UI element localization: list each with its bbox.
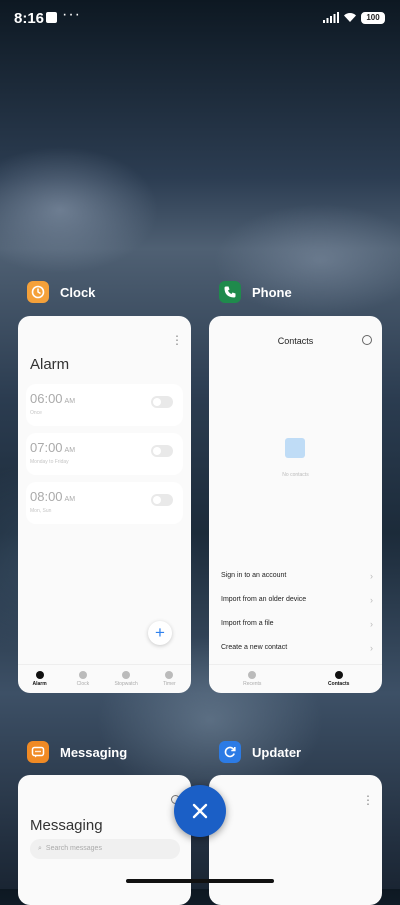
- app-name: Messaging: [60, 744, 128, 760]
- app-label-messaging[interactable]: Messaging: [27, 741, 127, 763]
- phone-app-card[interactable]: Contacts No contacts Sign in to an accou…: [209, 316, 382, 693]
- messaging-title: Messaging: [30, 817, 103, 834]
- alarm-repeat: Mon, Sun: [30, 508, 52, 514]
- nav-label: Contacts: [328, 681, 350, 687]
- nav-label: Clock: [76, 681, 90, 687]
- chevron-right-icon: ›: [370, 595, 373, 605]
- signal-icon: [323, 12, 339, 23]
- alarm-ampm: AM: [64, 447, 76, 454]
- clock-app-card[interactable]: ⋮ Alarm 06:00 AM Once 07:00 AM Monday to F…: [18, 316, 191, 693]
- app-label-updater[interactable]: Updater: [219, 741, 301, 763]
- app-name: Updater: [252, 744, 302, 760]
- bottom-nav: Recents Contacts: [209, 664, 382, 693]
- alarm-toggle: [151, 494, 173, 506]
- contacts-title: Contacts: [277, 336, 314, 346]
- menu-item: Import from a file ›: [221, 619, 373, 629]
- alarm-ampm: AM: [64, 496, 76, 503]
- app-label-clock[interactable]: Clock: [27, 281, 95, 303]
- nav-clock: Clock: [61, 665, 104, 693]
- chevron-right-icon: ›: [370, 643, 373, 653]
- empty-state-text: No contacts: [282, 472, 309, 478]
- clear-all-button[interactable]: [174, 785, 226, 837]
- alarm-item: 07:00 AM Monday to Friday: [26, 433, 183, 475]
- phone-icon: [219, 281, 241, 303]
- home-indicator[interactable]: [126, 879, 274, 883]
- close-icon: [192, 803, 208, 819]
- contact-placeholder-icon: [285, 438, 305, 458]
- clock-nav-icon: [78, 671, 87, 679]
- updater-app-card[interactable]: ⋮: [209, 775, 382, 905]
- settings-icon: [362, 335, 372, 345]
- add-alarm-icon: +: [148, 621, 172, 645]
- alarm-icon: [35, 671, 44, 679]
- nav-alarm: Alarm: [18, 665, 61, 693]
- menu-item: Create a new contact ›: [221, 643, 373, 653]
- alarm-title: Alarm: [30, 356, 70, 373]
- status-bar: 8:16 ··· 100: [0, 0, 400, 36]
- chevron-right-icon: ›: [370, 619, 373, 629]
- app-name: Phone: [252, 284, 292, 300]
- alarm-time: 07:00: [30, 440, 63, 455]
- nav-stopwatch: Stopwatch: [105, 665, 148, 693]
- stopwatch-icon: [122, 671, 131, 679]
- alarm-repeat: Monday to Friday: [30, 459, 69, 465]
- menu-item: Import from an older device ›: [221, 595, 373, 605]
- search-icon: ⌕: [38, 845, 42, 852]
- more-options-icon: ⋮: [171, 333, 183, 347]
- alarm-repeat: Once: [30, 410, 42, 416]
- menu-item-label: Import from an older device: [221, 596, 307, 603]
- more-options-icon: ⋮: [362, 793, 374, 807]
- alarm-toggle: [151, 396, 173, 408]
- alarm-ampm: AM: [64, 398, 76, 405]
- menu-item: Sign in to an account ›: [221, 571, 373, 581]
- messaging-icon: [27, 741, 49, 763]
- alarm-toggle: [151, 445, 173, 457]
- menu-item-label: Import from a file: [221, 620, 274, 627]
- alarm-item: 06:00 AM Once: [26, 384, 183, 426]
- nav-recents: Recents: [209, 665, 296, 693]
- nav-label: Timer: [163, 681, 176, 687]
- search-messages-field: ⌕ Search messages: [30, 839, 180, 859]
- search-placeholder: Search messages: [45, 845, 102, 852]
- contacts-icon: [334, 671, 343, 679]
- alarm-item: 08:00 AM Mon, Sun: [26, 482, 183, 524]
- updater-icon: [219, 741, 241, 763]
- nav-label: Recents: [243, 681, 262, 687]
- battery-icon: 100: [361, 12, 385, 24]
- recents-icon: [248, 671, 257, 679]
- status-time: 8:16: [14, 10, 45, 27]
- messaging-app-card[interactable]: Messaging ⌕ Search messages: [18, 775, 191, 905]
- timer-icon: [165, 671, 174, 679]
- alarm-time: 06:00: [30, 391, 63, 406]
- nav-label: Alarm: [32, 681, 47, 687]
- menu-item-label: Create a new contact: [221, 644, 288, 651]
- clock-icon: [27, 281, 49, 303]
- alarm-time: 08:00: [30, 489, 63, 504]
- bottom-nav: Alarm Clock Stopwatch Timer: [18, 664, 191, 693]
- nav-timer: Timer: [148, 665, 191, 693]
- wifi-icon: [344, 13, 356, 22]
- menu-item-label: Sign in to an account: [221, 572, 287, 579]
- app-label-phone[interactable]: Phone: [219, 281, 292, 303]
- more-notifications-icon: ···: [62, 6, 81, 23]
- notification-icon: [46, 12, 57, 23]
- nav-contacts: Contacts: [296, 665, 383, 693]
- nav-label: Stopwatch: [114, 681, 138, 687]
- chevron-right-icon: ›: [370, 571, 373, 581]
- app-name: Clock: [60, 284, 96, 300]
